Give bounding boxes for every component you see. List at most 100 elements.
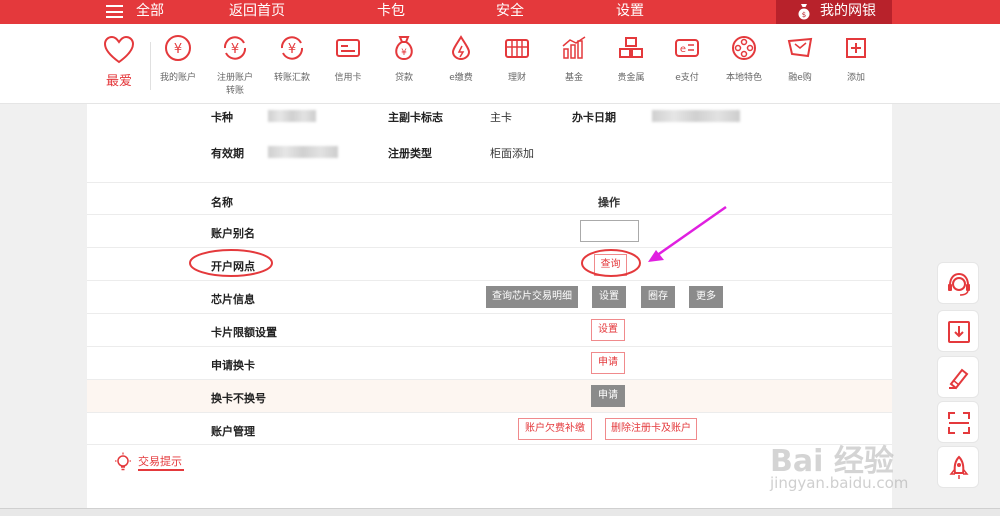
heart-icon[interactable] <box>104 36 134 64</box>
svg-text:¥: ¥ <box>288 42 296 57</box>
service-label: 注册账户转账 <box>216 73 253 96</box>
rocket-icon <box>949 455 969 479</box>
lightbulb-icon <box>115 452 131 471</box>
open-date-label: 办卡日期 <box>572 111 616 124</box>
row-label: 账户管理 <box>211 425 255 438</box>
row-label: 卡片限额设置 <box>211 326 277 339</box>
headset-icon <box>948 272 970 296</box>
scan-button[interactable] <box>937 401 979 443</box>
table-row: 开户网点 查询 <box>87 247 892 280</box>
service-label: 信用卡 <box>334 73 362 83</box>
redacted-open-date <box>652 110 740 122</box>
redacted-card-type <box>268 110 316 122</box>
register-type-label: 注册类型 <box>388 147 432 160</box>
table-row: 申请换卡 申请 <box>87 346 892 379</box>
film-reel-icon <box>732 36 756 60</box>
plus-icon <box>846 38 866 58</box>
gold-bars-icon <box>619 37 643 58</box>
chip-settings-button[interactable]: 设置 <box>592 286 626 308</box>
service-loan[interactable]: ¥ 贷款 <box>374 34 434 85</box>
service-credit-card[interactable]: 信用卡 <box>318 34 378 85</box>
service-local-specialty[interactable]: 本地特色 <box>714 34 774 85</box>
service-transfer-remit[interactable]: ¥ 转账汇款 <box>262 34 322 85</box>
service-wealth[interactable]: 理财 <box>487 34 547 85</box>
yuan-remit-icon: ¥ <box>280 36 304 60</box>
service-label: 贷款 <box>394 73 413 83</box>
status-bar <box>0 508 1000 516</box>
service-rong-e-gou[interactable]: 融e购 <box>770 34 830 85</box>
service-my-account[interactable]: ¥ 我的账户 <box>148 34 208 85</box>
chip-transactions-button[interactable]: 查询芯片交易明细 <box>486 286 578 308</box>
service-icon-bar: 最爱 ¥ 我的账户 ¥ 注册账户转账 ¥ 转账汇款 信用卡 ¥ 贷款 e缴费 理… <box>0 24 1000 104</box>
apply-keep-number-button[interactable]: 申请 <box>591 385 625 407</box>
table-row: 账户别名 <box>87 214 892 247</box>
svg-text:e: e <box>680 44 686 55</box>
svg-text:¥: ¥ <box>174 42 182 57</box>
sign-button[interactable] <box>937 356 979 398</box>
service-label: e支付 <box>675 73 699 83</box>
menu-icon[interactable] <box>106 5 123 18</box>
download-icon <box>948 321 970 343</box>
yuan-circle-icon: ¥ <box>165 35 191 61</box>
my-bank-button[interactable]: $ 我的网银 <box>776 0 892 24</box>
account-alias-input[interactable] <box>580 220 639 242</box>
service-registered-transfer[interactable]: ¥ 注册账户转账 <box>205 34 265 98</box>
card-type-label: 卡种 <box>211 111 233 124</box>
primary-flag-label: 主副卡标志 <box>388 111 443 124</box>
svg-text:¥: ¥ <box>401 48 407 58</box>
chip-load-button[interactable]: 圈存 <box>641 286 675 308</box>
nav-card-bag[interactable]: 卡包 <box>377 0 405 24</box>
service-label: 融e购 <box>788 73 812 83</box>
redacted-expiry <box>268 146 338 158</box>
service-label: 基金 <box>564 73 583 83</box>
card-limit-settings-button[interactable]: 设置 <box>591 319 625 341</box>
column-action-header: 操作 <box>598 196 620 209</box>
credit-card-icon <box>336 39 360 57</box>
delete-registered-card-button[interactable]: 删除注册卡及账户 <box>605 418 697 440</box>
chip-more-button[interactable]: 更多 <box>689 286 723 308</box>
service-fund[interactable]: 基金 <box>544 34 604 85</box>
customer-service-button[interactable] <box>937 262 979 304</box>
scan-icon <box>948 412 970 434</box>
drop-icon <box>451 35 471 61</box>
column-name-header: 名称 <box>211 196 233 209</box>
service-add[interactable]: 添加 <box>826 34 886 85</box>
baidu-watermark-url: jingyan.baidu.com <box>770 474 909 492</box>
download-button[interactable] <box>937 310 979 352</box>
pay-arrears-button[interactable]: 账户欠费补缴 <box>518 418 592 440</box>
shopping-cart-icon <box>787 37 813 58</box>
table-row: 换卡不换号 申请 <box>87 379 892 412</box>
money-bag-icon: ¥ <box>395 36 413 61</box>
row-label: 换卡不换号 <box>211 392 266 405</box>
row-label: 开户网点 <box>211 260 255 273</box>
svg-text:$: $ <box>802 11 806 19</box>
query-branch-button[interactable]: 查询 <box>594 254 627 276</box>
service-label: 贵金属 <box>617 73 645 83</box>
nav-security[interactable]: 安全 <box>496 0 524 24</box>
yuan-transfer-icon: ¥ <box>223 36 247 60</box>
nav-settings[interactable]: 设置 <box>616 0 644 24</box>
table-header: 名称 操作 <box>87 182 892 214</box>
top-nav-bar: 全部 返回首页 卡包 安全 设置 $ 我的网银 <box>0 0 1000 24</box>
register-type-value: 柜面添加 <box>490 147 534 160</box>
service-precious-metals[interactable]: 贵金属 <box>601 34 661 85</box>
service-label: e缴费 <box>449 73 473 83</box>
service-label: 本地特色 <box>725 73 762 83</box>
primary-flag-value: 主卡 <box>490 111 512 124</box>
nav-home[interactable]: 返回首页 <box>229 0 285 24</box>
nav-all[interactable]: 全部 <box>136 0 164 24</box>
service-e-payment[interactable]: e缴费 <box>431 34 491 85</box>
row-label: 芯片信息 <box>211 293 255 306</box>
service-label: 转账汇款 <box>273 73 310 83</box>
abacus-icon <box>505 39 529 58</box>
bar-chart-icon <box>562 36 586 59</box>
service-e-pay[interactable]: e e支付 <box>657 34 717 85</box>
tips-underline <box>138 469 184 471</box>
favorite-label[interactable]: 最爱 <box>106 70 132 89</box>
service-label: 添加 <box>846 73 865 83</box>
apply-card-replace-button[interactable]: 申请 <box>591 352 625 374</box>
service-label: 我的账户 <box>159 73 196 83</box>
back-to-top-button[interactable] <box>937 446 979 488</box>
expiry-label: 有效期 <box>211 147 244 160</box>
table-row: 芯片信息 查询芯片交易明细 设置 圈存 更多 <box>87 280 892 313</box>
